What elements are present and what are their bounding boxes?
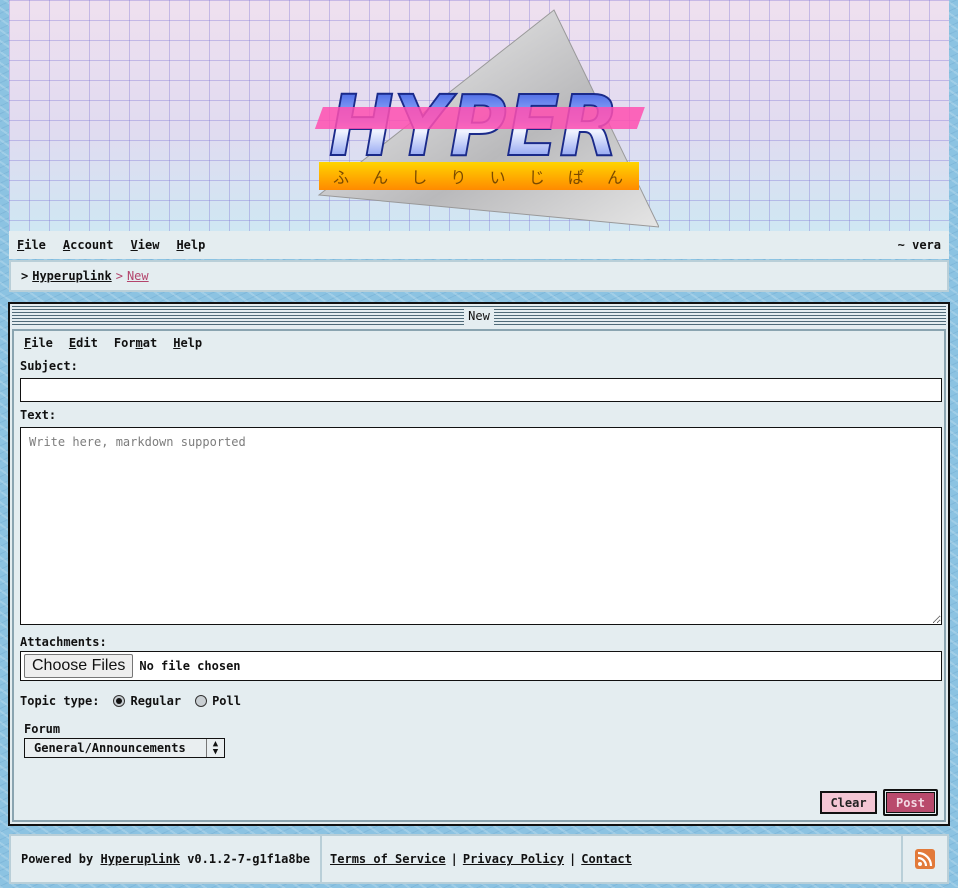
select-arrows-icon: ▲ ▼ (206, 739, 224, 757)
editor-menu-format[interactable]: Format (114, 336, 157, 350)
editor-menu-file[interactable]: File (24, 336, 53, 350)
topic-option-poll[interactable]: Poll (195, 694, 241, 708)
menu-account[interactable]: Account (63, 238, 114, 252)
text-label: Text: (20, 408, 57, 422)
file-input: Choose Files No file chosen (20, 651, 942, 681)
breadcrumb-root-link[interactable]: Hyperuplink (32, 269, 111, 283)
breadcrumb: > Hyperuplink > New (9, 260, 949, 292)
subject-label: Subject: (20, 359, 78, 373)
new-topic-window: New File Edit Format Help Subject: Text:… (8, 302, 950, 826)
version-text: v0.1.2-7-g1f1a8be (187, 852, 311, 866)
contact-link[interactable]: Contact (581, 852, 632, 866)
footer: Powered by Hyperuplink v0.1.2-7-g1f1a8be… (9, 834, 949, 884)
top-menubar: File Account View Help ~ vera (9, 231, 949, 259)
choose-files-button[interactable]: Choose Files (24, 654, 134, 678)
topic-type-label: Topic type: (20, 694, 100, 708)
forum-selected-value: General/Announcements (34, 741, 186, 755)
powered-by: Powered by Hyperuplink v0.1.2-7-g1f1a8be (11, 836, 323, 882)
post-button[interactable]: Post (886, 792, 935, 813)
editor-menubar: File Edit Format Help (20, 331, 938, 355)
post-button-frame: Post (883, 789, 938, 816)
menu-view[interactable]: View (131, 238, 160, 252)
footer-links: Terms of Service | Privacy Policy | Cont… (330, 852, 632, 866)
header-banner: HYPER ふんしりいじぱん (9, 0, 949, 231)
privacy-link[interactable]: Privacy Policy (463, 852, 564, 866)
powered-by-link[interactable]: Hyperuplink (100, 852, 179, 866)
terms-link[interactable]: Terms of Service (330, 852, 446, 866)
radio-regular[interactable] (113, 695, 126, 707)
window-titlebar[interactable]: New (12, 306, 946, 327)
rss-container (901, 836, 947, 882)
no-file-text: No file chosen (139, 659, 241, 673)
forum-label: Forum (24, 722, 61, 736)
breadcrumb-current-link[interactable]: New (127, 269, 149, 283)
clear-button[interactable]: Clear (820, 791, 877, 814)
forum-select[interactable]: General/Announcements ▲ ▼ (24, 738, 225, 758)
attachments-label: Attachments: (20, 635, 107, 649)
rss-icon[interactable] (915, 849, 935, 869)
current-user[interactable]: ~ vera (898, 238, 941, 252)
subject-input[interactable] (20, 378, 942, 402)
editor-menu-help[interactable]: Help (173, 336, 202, 350)
form-actions: Clear Post (820, 789, 938, 816)
breadcrumb-separator: > (115, 269, 123, 283)
text-area[interactable] (20, 427, 942, 625)
menu-help[interactable]: Help (176, 238, 205, 252)
radio-poll[interactable] (195, 695, 208, 707)
window-content: File Edit Format Help Subject: Text: Att… (12, 329, 946, 822)
topic-type-row: Topic type: Regular Poll (20, 694, 938, 708)
topic-option-regular[interactable]: Regular (113, 694, 181, 708)
breadcrumb-prefix: > (21, 269, 29, 283)
menu-file[interactable]: File (17, 238, 46, 252)
window-title: New (464, 307, 494, 326)
editor-menu-edit[interactable]: Edit (69, 336, 98, 350)
hyper-logo: HYPER ふんしりいじぱん (314, 9, 659, 228)
